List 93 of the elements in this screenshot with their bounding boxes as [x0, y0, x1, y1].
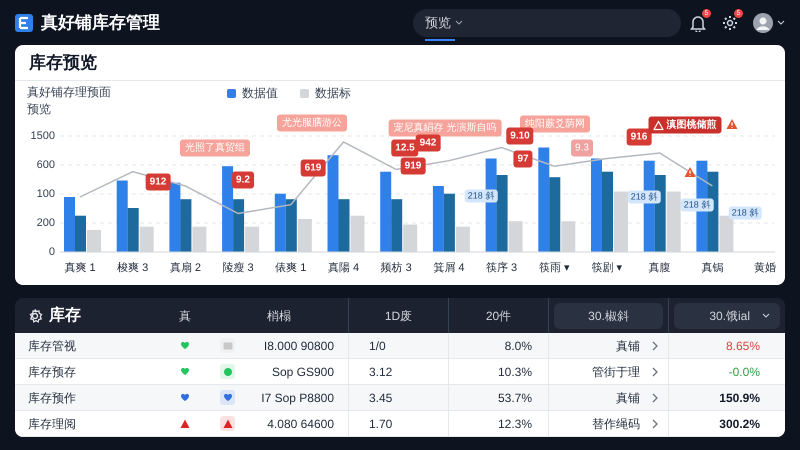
value-note: 218 斜 — [728, 206, 762, 220]
axis-label: 真锔 — [701, 261, 724, 276]
column-button[interactable]: 30.椒斜 — [554, 302, 663, 328]
axis-label: 梭爽 3 — [117, 261, 148, 276]
table-cell-text: 8.0% — [504, 338, 532, 354]
chevron-down-icon — [455, 20, 463, 25]
legend-label: 数据值 — [242, 85, 278, 102]
table-title: 库存 — [49, 305, 81, 326]
warning-callout: 滇图桃储煎 — [648, 116, 722, 134]
value-badge: 12.5 — [391, 140, 419, 156]
chevron-right-icon — [652, 418, 658, 428]
table-cell-text: 库存预存 — [27, 364, 77, 380]
axis-label: 0 — [48, 247, 55, 258]
value-badge: 916 — [626, 128, 652, 146]
table-cell: I8.000 90800 — [264, 338, 334, 352]
value-note: 218 斜 — [464, 190, 498, 202]
change-value: 150.9% — [719, 390, 760, 406]
table-cell-text: 3.12 — [369, 364, 392, 380]
value-note: 218 斜 — [628, 190, 660, 204]
table-cell-text: 1.70 — [369, 416, 392, 432]
table-cell: 4.080 64600 — [267, 416, 334, 430]
bar — [274, 194, 286, 252]
chevron-down-icon[interactable] — [777, 20, 785, 25]
change-value: 300.2% — [719, 416, 760, 432]
column-dropdown[interactable]: 30.饿ial — [674, 302, 780, 328]
axis-label: 筷序 3 — [486, 260, 518, 276]
change-value: 8.65% — [726, 338, 760, 354]
axis-label: 真扇 2 — [170, 260, 201, 276]
column-header: 梢榻 — [267, 308, 291, 322]
axis-label: 箕屑 4 — [433, 261, 464, 276]
chart-callout: 尤光服膳游公 — [277, 114, 347, 132]
table-cell: Sop GS900 — [272, 364, 334, 378]
chevron-right-icon — [652, 340, 658, 350]
axis-label: 筷雨 ▾ — [538, 261, 570, 276]
value-badge: 942 — [416, 134, 440, 152]
row-link[interactable]: 真铺 — [616, 336, 658, 354]
warning-icon — [654, 120, 664, 130]
column-header: 20件 — [486, 308, 512, 324]
chart-subtitle: 真好铺存理预面 — [27, 84, 112, 101]
table-cell-text: 库存管视 — [27, 338, 77, 354]
value-note: 218 斜 — [680, 198, 714, 212]
axis-label: 1500 — [30, 131, 55, 142]
settings-icon[interactable] — [721, 14, 739, 32]
value-badge: 97 — [513, 150, 533, 168]
axis-label: 陵瘦 3 — [222, 260, 254, 276]
bar — [169, 182, 180, 252]
legend-label: 数据标 — [315, 85, 351, 102]
table-cell-text: 12.3% — [498, 416, 532, 432]
axis-label: 真腹 — [648, 261, 671, 276]
value-badge: 919 — [400, 158, 426, 174]
chart-callout: 纯阳蕨爻荫网 — [520, 116, 590, 132]
value-badge: 9.3 — [571, 140, 593, 156]
bell-icon[interactable] — [689, 14, 707, 32]
table-cell: I7 Sop P8800 — [261, 390, 334, 404]
logo-icon — [15, 14, 33, 32]
chevron-down-icon — [762, 313, 770, 318]
settings-icon — [27, 308, 43, 324]
table-cell-text: 3.45 — [369, 390, 392, 406]
axis-label: 真爽 1 — [64, 261, 96, 276]
column-header: 1D废 — [384, 308, 412, 324]
chevron-right-icon — [652, 392, 658, 402]
axis-label: 200 — [36, 218, 55, 229]
chevron-right-icon — [652, 366, 658, 376]
table-cell-text: 库存理阅 — [27, 416, 77, 432]
table-cell-text: 53.7% — [498, 390, 532, 406]
table-cell-text: 10.3% — [498, 364, 532, 380]
value-badge: 9.10 — [506, 128, 534, 144]
table-cell-text: 1/0 — [369, 338, 386, 354]
app-title: 真好铺库存管理 — [41, 12, 160, 34]
change-value: -0.0% — [728, 364, 760, 380]
axis-label: 600 — [36, 160, 55, 171]
axis-label: 频枋 3 — [380, 260, 412, 276]
value-badge: 912 — [146, 174, 170, 190]
warning-icon — [726, 118, 738, 130]
chart-subtitle: 预览 — [27, 101, 52, 118]
avatar-icon[interactable] — [753, 12, 773, 32]
warning-icon — [684, 166, 696, 178]
table-cell-text: 库存预作 — [27, 390, 77, 406]
axis-label: 真陽 4 — [328, 261, 360, 276]
axis-label: 黄婚 — [754, 261, 776, 276]
chart-callout: 宠尼真絹存 光演斯自呜 — [388, 120, 502, 136]
row-link[interactable]: 真铺 — [616, 388, 658, 406]
axis-label: 筷剧 ▾ — [591, 261, 623, 276]
row-link[interactable]: 管街于理 — [592, 362, 658, 380]
axis-label: 100 — [36, 189, 55, 200]
axis-label: 俵爽 1 — [275, 261, 306, 276]
chart-callout: 光照了真贸组 — [180, 140, 250, 156]
value-badge: 619 — [300, 160, 326, 176]
bar — [432, 186, 444, 252]
value-badge: 9.2 — [232, 172, 254, 188]
column-header: 真 — [179, 308, 191, 322]
row-link[interactable]: 替作绳码 — [592, 414, 658, 432]
card-title: 库存预览 — [29, 52, 97, 74]
